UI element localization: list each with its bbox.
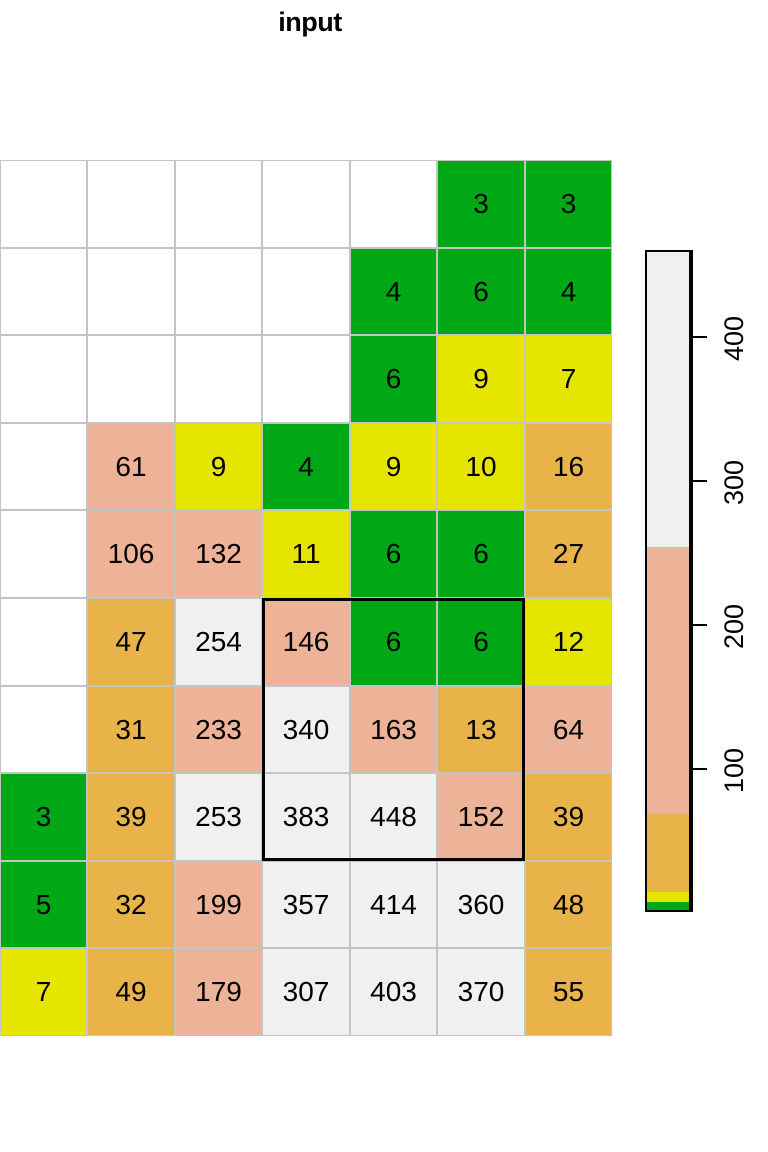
heatmap-cell: 360 (437, 861, 525, 948)
heatmap-cell: 4 (350, 248, 437, 335)
legend-tick (691, 480, 707, 483)
heatmap-cell: 55 (525, 948, 612, 1036)
heatmap-cell: 61 (87, 423, 175, 510)
heatmap-cell: 132 (175, 510, 262, 598)
heatmap-cell: 233 (175, 686, 262, 773)
heatmap-cell: 47 (87, 598, 175, 686)
heatmap-cell: 7 (525, 335, 612, 423)
heatmap-cell: 370 (437, 948, 525, 1036)
heatmap-cell: 179 (175, 948, 262, 1036)
heatmap-cell: 4 (262, 423, 350, 510)
heatmap-cell: 5 (0, 861, 87, 948)
heatmap-cell (0, 423, 87, 510)
heatmap-cell: 12 (525, 598, 612, 686)
heatmap-cell: 16 (525, 423, 612, 510)
heatmap-cell (175, 160, 262, 248)
heatmap-cell (0, 510, 87, 598)
heatmap-cell (262, 160, 350, 248)
heatmap-cell (0, 160, 87, 248)
heatmap-cell: 357 (262, 861, 350, 948)
legend-tick-label: 300 (719, 460, 749, 506)
heatmap-cell: 414 (350, 861, 437, 948)
heatmap-cell: 152 (437, 773, 525, 861)
heatmap-cell: 3 (0, 773, 87, 861)
heatmap-cell (262, 248, 350, 335)
heatmap-cell: 6 (350, 335, 437, 423)
heatmap-cell: 383 (262, 773, 350, 861)
heatmap-cell: 163 (350, 686, 437, 773)
heatmap-cell: 3 (525, 160, 612, 248)
heatmap-cell: 32 (87, 861, 175, 948)
heatmap-cell: 340 (262, 686, 350, 773)
heatmap-cell: 4 (525, 248, 612, 335)
heatmap-cell (350, 160, 437, 248)
legend-colorbar (645, 250, 691, 912)
color-legend: 100 200 300 400 (645, 250, 749, 912)
heatmap-cell: 307 (262, 948, 350, 1036)
legend-band (647, 547, 689, 814)
heatmap-cell: 9 (437, 335, 525, 423)
heatmap-cell (0, 598, 87, 686)
heatmap-cell (0, 686, 87, 773)
legend-tick (691, 624, 707, 627)
heatmap-cell: 253 (175, 773, 262, 861)
heatmap-cell: 6 (437, 248, 525, 335)
heatmap-cell: 6 (437, 598, 525, 686)
heatmap-cell: 199 (175, 861, 262, 948)
heatmap-cell (262, 335, 350, 423)
heatmap-cell (175, 335, 262, 423)
heatmap-cell: 48 (525, 861, 612, 948)
legend-band (647, 892, 689, 903)
heatmap-cell: 146 (262, 598, 350, 686)
heatmap-cell (0, 335, 87, 423)
heatmap-cell (87, 160, 175, 248)
legend-tick-label: 400 (719, 316, 749, 362)
legend-band (647, 252, 689, 548)
page-title: input (278, 7, 342, 37)
heatmap-cell: 11 (262, 510, 350, 598)
legend-tick (691, 336, 707, 339)
heatmap-cell: 6 (350, 510, 437, 598)
heatmap-cell: 9 (350, 423, 437, 510)
heatmap-cell: 27 (525, 510, 612, 598)
heatmap-cell: 39 (525, 773, 612, 861)
heatmap-cell: 403 (350, 948, 437, 1036)
legend-axis-line (691, 250, 693, 912)
legend-tick-label: 100 (719, 748, 749, 794)
heatmap-cell: 13 (437, 686, 525, 773)
legend-tick (691, 768, 707, 771)
heatmap-cell: 39 (87, 773, 175, 861)
heatmap-cell (175, 248, 262, 335)
heatmap-cell (87, 335, 175, 423)
heatmap-cell: 254 (175, 598, 262, 686)
heatmap-cell: 49 (87, 948, 175, 1036)
heatmap-cell: 7 (0, 948, 87, 1036)
heatmap-cell: 31 (87, 686, 175, 773)
legend-band (647, 813, 689, 893)
legend-tick-label: 200 (719, 604, 749, 650)
heatmap-cell: 64 (525, 686, 612, 773)
heatmap-cell: 6 (437, 510, 525, 598)
heatmap-cell: 10 (437, 423, 525, 510)
heatmap-cell: 448 (350, 773, 437, 861)
legend-band (647, 902, 689, 910)
heatmap-grid: 3 3 4 6 4 6 9 7 61 9 4 9 10 16 106 132 11 6 6 27 47 254 146 6 6 1… (0, 160, 612, 1036)
heatmap-cell (0, 248, 87, 335)
heatmap-cell: 3 (437, 160, 525, 248)
heatmap-cell: 6 (350, 598, 437, 686)
heatmap-cell (87, 248, 175, 335)
heatmap-cell: 106 (87, 510, 175, 598)
heatmap-cell: 9 (175, 423, 262, 510)
